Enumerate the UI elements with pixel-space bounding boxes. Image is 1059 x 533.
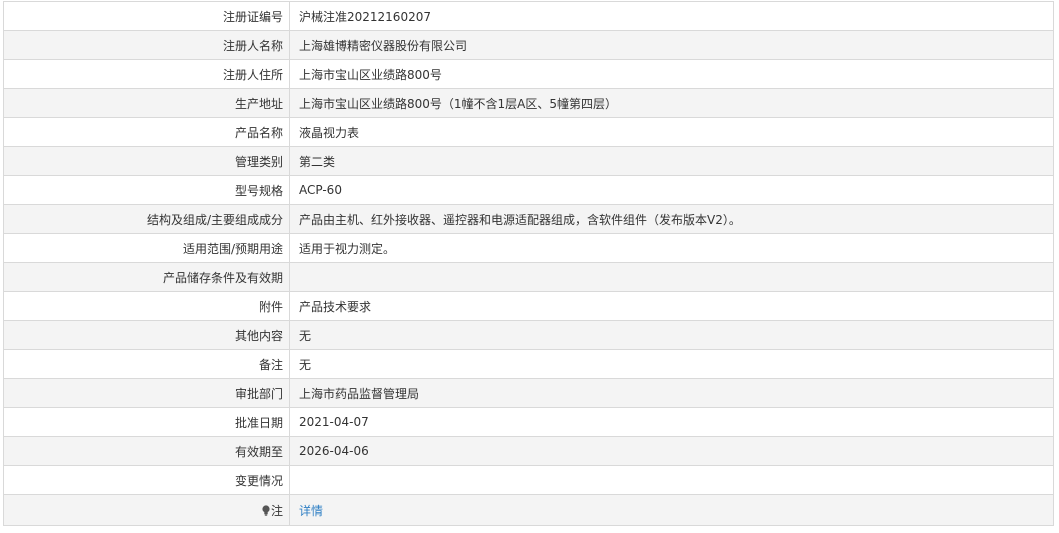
row-label: 其他内容 xyxy=(3,320,290,350)
table-row-registration-number: 注册证编号 沪械注准20212160207 xyxy=(3,1,1054,31)
row-value: 上海市宝山区业绩路800号（1幢不含1层A区、5幢第四层） xyxy=(289,88,1054,118)
row-label: 变更情况 xyxy=(3,465,290,495)
lightbulb-icon xyxy=(262,504,270,516)
row-label: 有效期至 xyxy=(3,436,290,466)
row-value: ACP-60 xyxy=(289,175,1054,205)
table-row-valid-until: 有效期至 2026-04-06 xyxy=(3,436,1054,466)
row-label: 注册证编号 xyxy=(3,1,290,31)
table-row-production-address: 生产地址 上海市宝山区业绩路800号（1幢不含1层A区、5幢第四层） xyxy=(3,88,1054,118)
detail-panel: 注册证编号 沪械注准20212160207 注册人名称 上海雄博精密仪器股份有限… xyxy=(3,1,1054,526)
table-row-management-category: 管理类别 第二类 xyxy=(3,146,1054,176)
table-row-other-content: 其他内容 无 xyxy=(3,320,1054,350)
row-value: 上海市宝山区业绩路800号 xyxy=(289,59,1054,89)
row-label: 型号规格 xyxy=(3,175,290,205)
table-row-remarks: 备注 无 xyxy=(3,349,1054,379)
row-value: 液晶视力表 xyxy=(289,117,1054,147)
table-row-note: 注 详情 xyxy=(3,494,1054,526)
table-row-storage-validity: 产品储存条件及有效期 xyxy=(3,262,1054,292)
row-value: 2026-04-06 xyxy=(289,436,1054,466)
note-label-cell: 注 xyxy=(3,494,290,526)
table-row-approval-date: 批准日期 2021-04-07 xyxy=(3,407,1054,437)
row-label: 产品名称 xyxy=(3,117,290,147)
row-value: 产品技术要求 xyxy=(289,291,1054,321)
row-value: 适用于视力测定。 xyxy=(289,233,1054,263)
row-label: 管理类别 xyxy=(3,146,290,176)
row-label: 注册人住所 xyxy=(3,59,290,89)
table-row-attachments: 附件 产品技术要求 xyxy=(3,291,1054,321)
row-label: 结构及组成/主要组成成分 xyxy=(3,204,290,234)
row-label: 注册人名称 xyxy=(3,30,290,60)
row-value: 无 xyxy=(289,349,1054,379)
row-label: 产品储存条件及有效期 xyxy=(3,262,290,292)
row-value: 上海市药品监督管理局 xyxy=(289,378,1054,408)
registration-detail-table: 注册证编号 沪械注准20212160207 注册人名称 上海雄博精密仪器股份有限… xyxy=(3,1,1054,526)
row-value: 2021-04-07 xyxy=(289,407,1054,437)
row-label: 审批部门 xyxy=(3,378,290,408)
note-label: 注 xyxy=(270,503,283,518)
row-value: 无 xyxy=(289,320,1054,350)
note-value-cell: 详情 xyxy=(289,494,1054,526)
row-value: 沪械注准20212160207 xyxy=(289,1,1054,31)
row-label: 备注 xyxy=(3,349,290,379)
details-link[interactable]: 详情 xyxy=(299,504,323,518)
row-value: 第二类 xyxy=(289,146,1054,176)
row-value: 上海雄博精密仪器股份有限公司 xyxy=(289,30,1054,60)
table-row-change-history: 变更情况 xyxy=(3,465,1054,495)
table-row-registrant-address: 注册人住所 上海市宝山区业绩路800号 xyxy=(3,59,1054,89)
table-row-model-spec: 型号规格 ACP-60 xyxy=(3,175,1054,205)
table-row-approval-department: 审批部门 上海市药品监督管理局 xyxy=(3,378,1054,408)
row-label: 生产地址 xyxy=(3,88,290,118)
table-row-product-name: 产品名称 液晶视力表 xyxy=(3,117,1054,147)
table-row-structure-composition: 结构及组成/主要组成成分 产品由主机、红外接收器、遥控器和电源适配器组成，含软件… xyxy=(3,204,1054,234)
row-value xyxy=(289,262,1054,292)
row-value: 产品由主机、红外接收器、遥控器和电源适配器组成，含软件组件（发布版本V2）。 xyxy=(289,204,1054,234)
row-value xyxy=(289,465,1054,495)
row-label: 适用范围/预期用途 xyxy=(3,233,290,263)
detail-table-body: 注册证编号 沪械注准20212160207 注册人名称 上海雄博精密仪器股份有限… xyxy=(3,1,1054,526)
table-row-registrant-name: 注册人名称 上海雄博精密仪器股份有限公司 xyxy=(3,30,1054,60)
row-label: 批准日期 xyxy=(3,407,290,437)
row-label: 附件 xyxy=(3,291,290,321)
table-row-intended-use: 适用范围/预期用途 适用于视力测定。 xyxy=(3,233,1054,263)
